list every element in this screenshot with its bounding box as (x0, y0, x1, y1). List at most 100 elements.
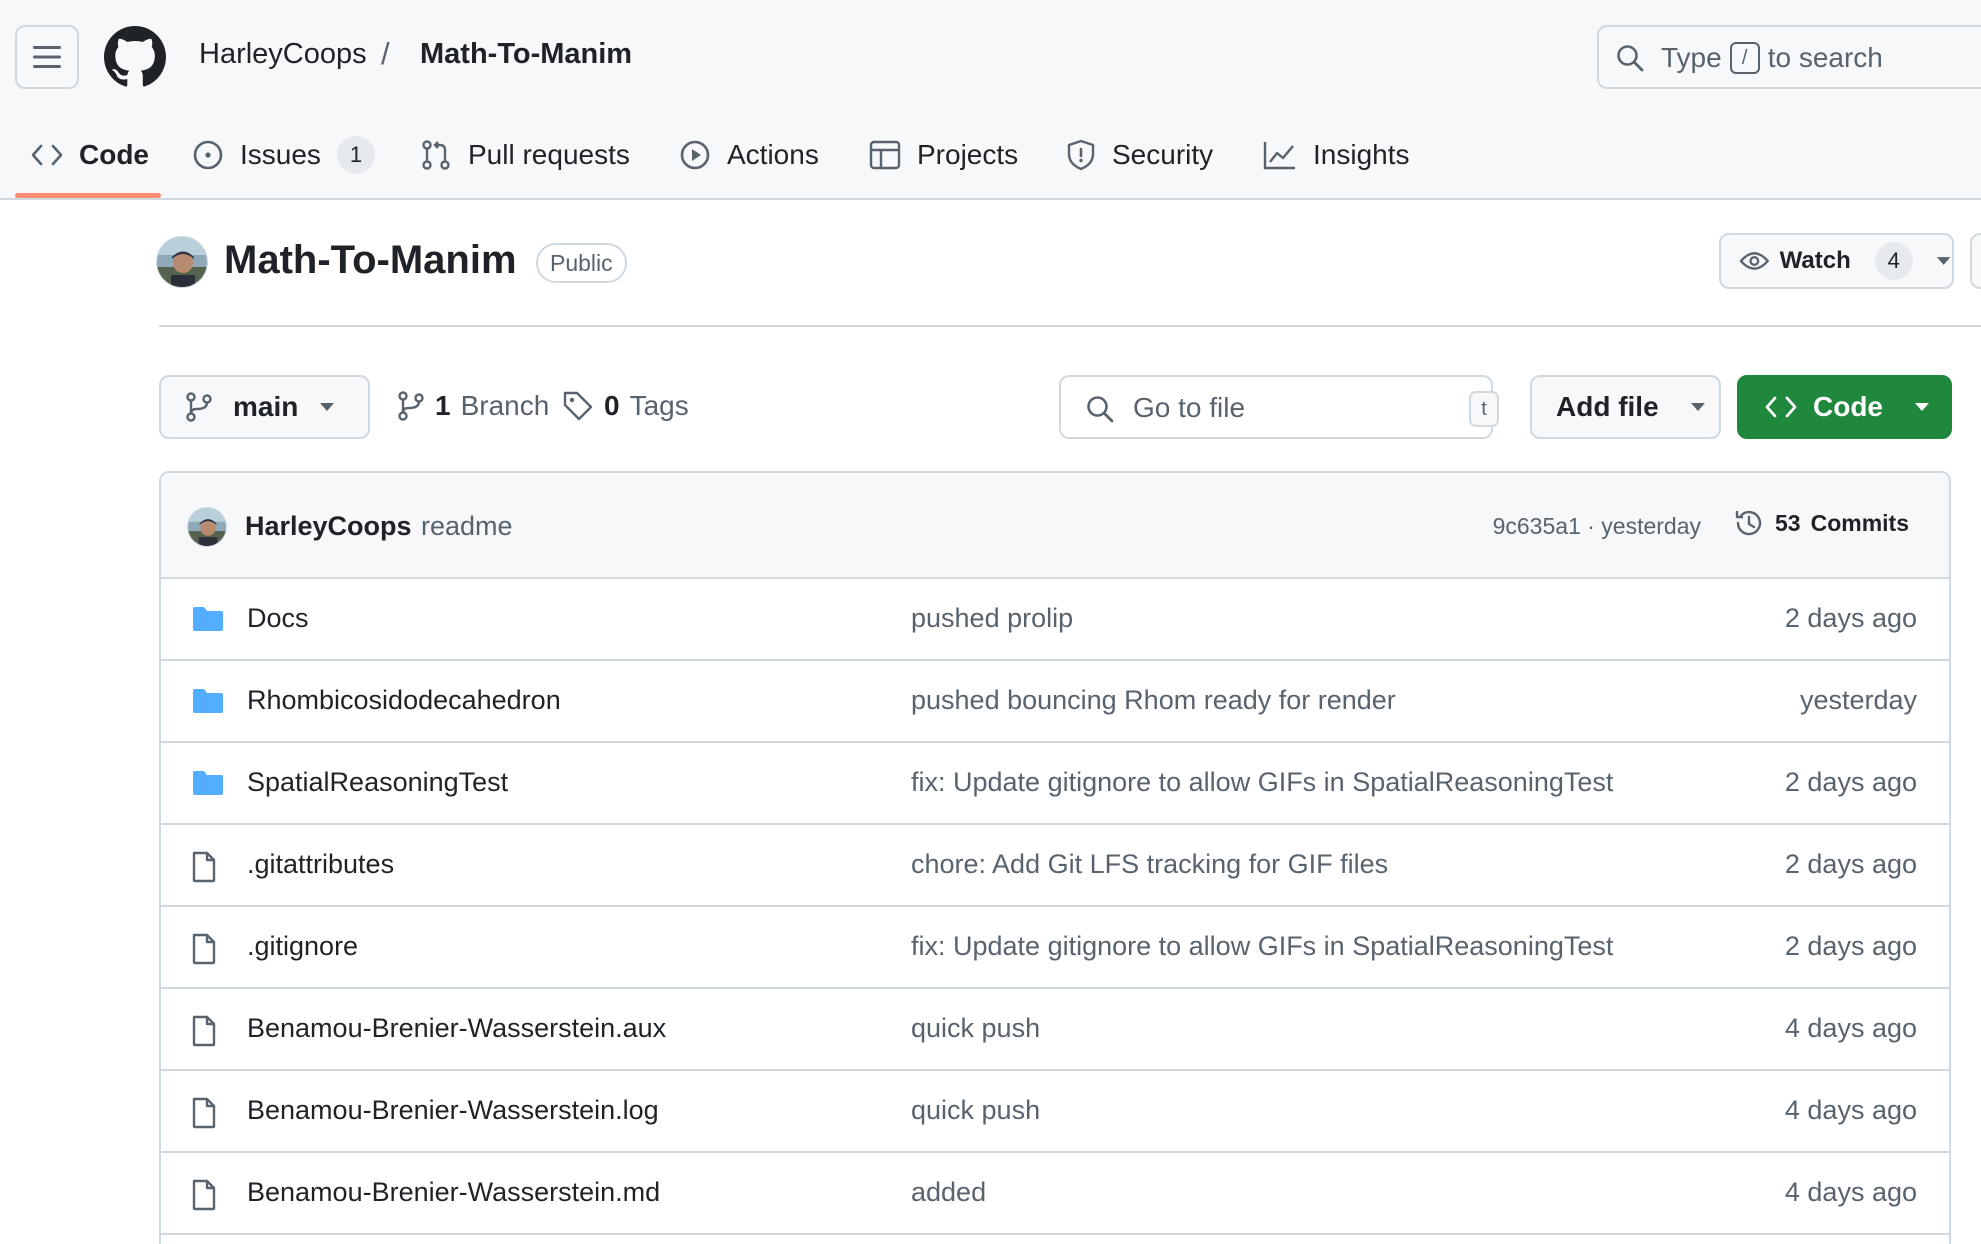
file-commit-message-link[interactable]: added (911, 1177, 986, 1208)
file-icon-wrap (191, 1179, 217, 1216)
branch-count: 1 (435, 390, 451, 421)
tab-security[interactable]: Security (1066, 128, 1213, 182)
file-commit-time: 4 days ago (1784, 1095, 1917, 1125)
avatar-image (157, 237, 207, 287)
github-logo-icon[interactable] (104, 26, 166, 88)
file-name-link[interactable]: Benamou-Brenier-Wasserstein.md (247, 1177, 660, 1208)
avatar-image (188, 508, 226, 546)
triangle-down-icon (320, 403, 335, 411)
file-row[interactable]: .gitattributes chore: Add Git LFS trackin… (161, 825, 1949, 907)
file-icon-wrap (191, 1015, 217, 1052)
breadcrumb-repo-link[interactable]: Math-To-Manim (420, 38, 632, 71)
file-name-link[interactable]: Rhombicosidodecahedron (247, 685, 561, 716)
file-icon (192, 1015, 216, 1047)
branch-count-label: Branch (460, 390, 550, 421)
search-prefix: Type (1661, 42, 1722, 73)
code-icon (31, 144, 63, 166)
file-commit-time: yesterday (1799, 685, 1917, 715)
file-name-link[interactable]: SpatialReasoningTest (247, 767, 508, 798)
file-commit-message-link[interactable]: chore: Add Git LFS tracking for GIF file… (911, 849, 1388, 880)
file-commit-message-link[interactable]: pushed prolip (911, 603, 1073, 634)
visibility-badge: Public (536, 243, 627, 283)
header-divider (159, 325, 1981, 327)
triangle-down-icon (1690, 403, 1705, 411)
file-name-link[interactable]: Docs (247, 603, 309, 634)
search-input[interactable]: Type / to search (1597, 25, 1981, 89)
search-suffix: to search (1767, 42, 1883, 73)
tab-label: Issues (240, 139, 321, 170)
breadcrumb-owner-link[interactable]: HarleyCoops (199, 38, 367, 71)
hamburger-icon (33, 46, 61, 68)
code-button[interactable]: Code (1737, 375, 1952, 439)
file-icon-wrap (191, 933, 217, 970)
tags-link[interactable]: 0 Tags (562, 390, 689, 422)
git-branch-icon (398, 391, 424, 421)
tags-count: 0 (604, 390, 620, 421)
go-to-file-shortcut-key: t (1469, 391, 1499, 427)
triangle-down-icon (1936, 257, 1951, 265)
file-commit-time: 2 days ago (1784, 849, 1917, 879)
branches-link[interactable]: 1 Branch (397, 390, 549, 422)
file-row[interactable]: Benamou-Brenier-Wasserstein.log quick pus… (161, 1071, 1949, 1153)
commits-label: Commits (1810, 509, 1909, 536)
branch-select-button[interactable]: main (159, 375, 370, 439)
file-row[interactable]: Rhombicosidodecahedron pushed bouncing Rh… (161, 661, 1949, 743)
file-name-link[interactable]: Benamou-Brenier-Wasserstein.aux (247, 1013, 666, 1044)
tab-code[interactable]: Code (31, 128, 149, 182)
file-commit-time: 4 days ago (1784, 1013, 1917, 1043)
tab-pull-requests[interactable]: Pull requests (420, 128, 630, 182)
file-row[interactable]: Docs pushed prolip 2 days ago (161, 579, 1949, 661)
file-commit-message-link[interactable]: quick push (911, 1095, 1040, 1126)
file-icon-wrap (191, 851, 217, 888)
tab-label: Actions (727, 139, 819, 170)
file-name-link[interactable]: .gitattributes (247, 849, 394, 880)
owner-avatar[interactable] (156, 236, 208, 288)
play-icon (680, 140, 710, 170)
commit-meta: 9c635a1 · yesterday (1493, 513, 1701, 540)
menu-button[interactable] (15, 25, 79, 89)
repo-title[interactable]: Math-To-Manim (224, 238, 517, 283)
code-button-label: Code (1813, 391, 1883, 422)
file-row[interactable]: .gitignore fix: Update gitignore to allow… (161, 907, 1949, 989)
git-pull-request-icon (422, 140, 450, 170)
commits-history-link[interactable]: 53 Commits (1733, 507, 1909, 539)
tab-actions[interactable]: Actions (679, 128, 819, 182)
page: HarleyCoops / Math-To-Manim Type / to se… (0, 0, 1981, 1244)
file-icon-wrap (191, 1097, 217, 1134)
commit-sha-link[interactable]: 9c635a1 (1493, 513, 1581, 539)
go-to-file-placeholder: Go to file (1133, 392, 1246, 423)
tab-projects[interactable]: Projects (869, 128, 1018, 182)
file-row[interactable]: Benamou-Brenier-Wasserstein.aux quick pus… (161, 989, 1949, 1071)
file-row[interactable]: Benamou-Brenier-Wasserstein.md added 4 day… (161, 1153, 1949, 1235)
watch-button[interactable]: Watch 4 (1719, 233, 1954, 289)
add-file-button[interactable]: Add file (1530, 375, 1721, 439)
commit-author-link[interactable]: HarleyCoops (245, 511, 412, 542)
file-icon (192, 1097, 216, 1129)
graph-icon (1263, 142, 1295, 170)
file-commit-message-link[interactable]: fix: Update gitignore to allow GIFs in S… (911, 931, 1613, 962)
tags-count-label: Tags (629, 390, 689, 421)
file-row[interactable]: SpatialReasoningTest fix: Update gitignor… (161, 743, 1949, 825)
tab-issues[interactable]: Issues 1 (192, 128, 375, 182)
eye-icon (1739, 252, 1770, 270)
triangle-down-icon (1915, 403, 1929, 411)
file-commit-message-link[interactable]: quick push (911, 1013, 1040, 1044)
file-icon (192, 1179, 216, 1211)
git-branch-icon (186, 392, 212, 422)
commit-meta-separator: · (1587, 513, 1595, 539)
file-name-link[interactable]: Benamou-Brenier-Wasserstein.log (247, 1095, 659, 1126)
tab-insights[interactable]: Insights (1263, 128, 1410, 182)
file-commit-message-link[interactable]: fix: Update gitignore to allow GIFs in S… (911, 767, 1613, 798)
file-name-link[interactable]: .gitignore (247, 931, 358, 962)
search-icon (1087, 396, 1114, 423)
commits-count: 53 (1775, 509, 1801, 536)
file-commit-time: 2 days ago (1784, 931, 1917, 961)
fork-button[interactable] (1970, 233, 1981, 289)
commit-author-avatar[interactable] (187, 507, 227, 547)
go-to-file-input[interactable]: Go to file t (1059, 375, 1499, 439)
file-commit-time: 2 days ago (1784, 767, 1917, 797)
watch-label: Watch (1779, 247, 1851, 274)
commit-message-link[interactable]: readme (421, 511, 513, 542)
search-icon (1617, 45, 1644, 72)
file-commit-message-link[interactable]: pushed bouncing Rhom ready for render (911, 685, 1396, 716)
